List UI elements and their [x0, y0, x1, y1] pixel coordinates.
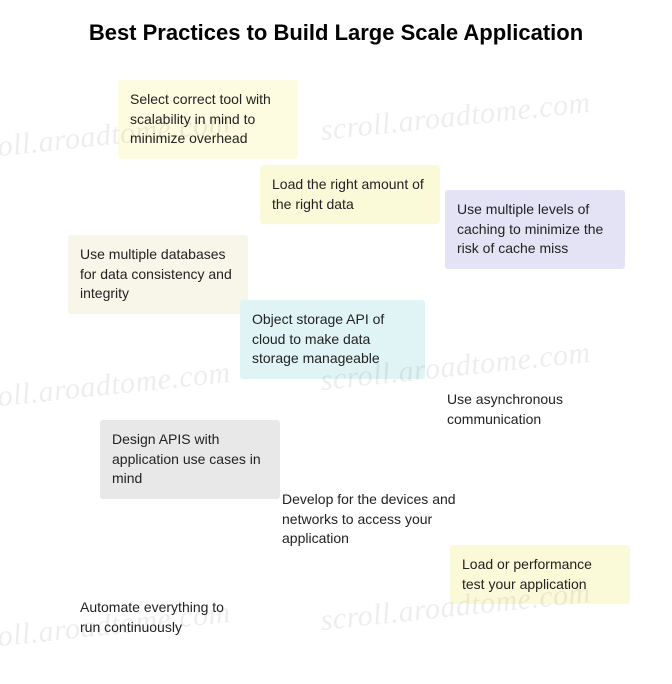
note-load-data: Load the right amount of the right data: [260, 165, 440, 224]
note-select-tool: Select correct tool with scalability in …: [118, 80, 298, 159]
note-design-apis: Design APIS with application use cases i…: [100, 420, 280, 499]
watermark: scroll.aroadtome.com: [0, 356, 232, 418]
diagram-title: Best Practices to Build Large Scale Appl…: [0, 20, 672, 46]
note-develop-devices: Develop for the devices and networks to …: [270, 480, 470, 559]
note-load-test: Load or performance test your applicatio…: [450, 545, 630, 604]
note-object-storage: Object storage API of cloud to make data…: [240, 300, 425, 379]
note-caching: Use multiple levels of caching to minimi…: [445, 190, 625, 269]
watermark: scroll.aroadtome.com: [319, 86, 592, 148]
note-async-comm: Use asynchronous communication: [435, 380, 605, 439]
note-databases: Use multiple databases for data consiste…: [68, 235, 248, 314]
note-automate: Automate everything to run continuously: [68, 588, 258, 647]
